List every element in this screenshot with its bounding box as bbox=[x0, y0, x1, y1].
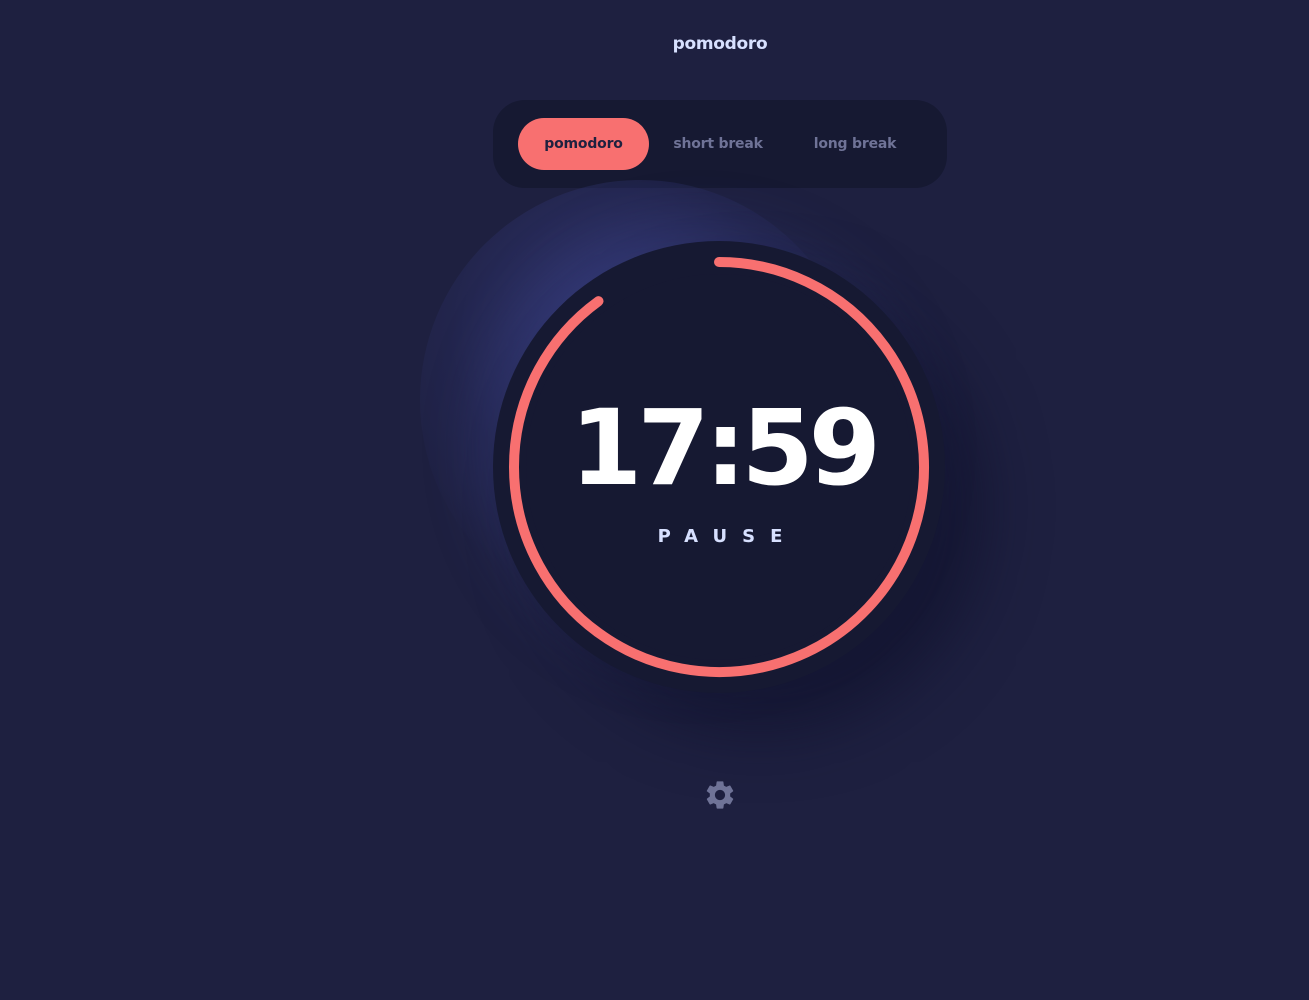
pomodoro-app: pomodoro pomodoro short break long break… bbox=[0, 0, 1309, 1000]
pause-button[interactable]: PAUSE bbox=[600, 526, 840, 547]
app-title: pomodoro bbox=[672, 34, 768, 54]
mode-selector: pomodoro short break long break bbox=[493, 100, 947, 188]
gear-icon bbox=[706, 781, 734, 809]
tab-long-break[interactable]: long break bbox=[787, 118, 923, 170]
tab-pomodoro[interactable]: pomodoro bbox=[518, 118, 649, 170]
settings-button[interactable] bbox=[703, 778, 737, 812]
tab-short-break[interactable]: short break bbox=[653, 118, 783, 170]
time-display: 17:59 bbox=[570, 387, 881, 509]
